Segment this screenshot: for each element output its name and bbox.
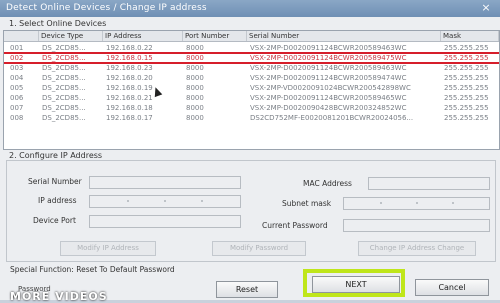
ip-address-label: IP address bbox=[38, 196, 77, 205]
cell-mask: 255.255.255 bbox=[444, 64, 489, 72]
column-header-ip-address[interactable]: IP Address bbox=[103, 31, 183, 41]
cell-mask: 255.255.255 bbox=[444, 84, 489, 92]
modify-password-button[interactable]: Modify Password bbox=[212, 241, 306, 256]
ip-separator bbox=[127, 200, 129, 202]
cell-mask: 255.255.255 bbox=[444, 54, 489, 62]
reset-button[interactable]: Reset bbox=[216, 281, 278, 298]
cell-index: 008 bbox=[10, 114, 24, 122]
cell-serial-number: VSX-2MP-D0020090428BCWR200324852WC bbox=[250, 104, 407, 112]
cell-index: 007 bbox=[10, 104, 24, 112]
ip-address-field[interactable] bbox=[89, 195, 241, 208]
cell-port-number: 8000 bbox=[186, 94, 204, 102]
table-header: Device Type IP Address Port Number Seria… bbox=[4, 31, 499, 42]
section-configure-ip-label: 2. Configure IP Address bbox=[9, 151, 103, 160]
cell-device-type: DS_2CD85... bbox=[42, 54, 86, 62]
cell-serial-number: VSX-2MP-VD0020091024BCWR200542898WC bbox=[250, 84, 411, 92]
cell-ip-address: 192.168.0.20 bbox=[106, 74, 153, 82]
cell-ip-address: 192.168.0.21 bbox=[106, 94, 153, 102]
title-bar: Detect Online Devices / Change IP addres… bbox=[0, 0, 500, 17]
table-row[interactable]: 005 DS_2CD85... 192.168.0.19 8000 VSX-2MP-VD… bbox=[4, 84, 499, 92]
cell-device-type: DS_2CD85... bbox=[42, 104, 86, 112]
cell-mask: 255.255.255 bbox=[444, 74, 489, 82]
cell-port-number: 8000 bbox=[186, 114, 204, 122]
next-button-highlight bbox=[303, 269, 405, 297]
cell-port-number: 8000 bbox=[186, 64, 204, 72]
cell-port-number: 8000 bbox=[186, 84, 204, 92]
cell-ip-address: 192.168.0.15 bbox=[106, 54, 153, 62]
cell-serial-number: VSX-2MP-D0020091124BCWR200589475WC bbox=[250, 54, 407, 62]
cell-serial-number: VSX-2MP-D0020091124BCWR200589465WC bbox=[250, 94, 407, 102]
cell-index: 002 bbox=[10, 54, 24, 62]
section-select-devices-label: 1. Select Online Devices bbox=[9, 19, 107, 28]
cell-ip-address: 192.168.0.22 bbox=[106, 44, 153, 52]
table-row[interactable]: 006 DS_2CD85... 192.168.0.21 8000 VSX-2MP-D0… bbox=[4, 94, 499, 102]
cell-mask: 255.255.255 bbox=[444, 94, 489, 102]
cell-serial-number: DS2CD752MF-E0020081201BCWR20024056... bbox=[250, 114, 414, 122]
serial-number-label: Serial Number bbox=[28, 177, 82, 186]
cell-mask: 255.255.255 bbox=[444, 44, 489, 52]
table-row[interactable]: 004 DS_2CD85... 192.168.0.20 8000 VSX-2MP-D0… bbox=[4, 74, 499, 82]
change-ip-button[interactable]: Change IP Address Change bbox=[358, 241, 476, 256]
cell-mask: 255.255.255 bbox=[444, 114, 489, 122]
table-row[interactable]: 008 DS_2CD85... 192.168.0.17 8000 DS2CD752MF… bbox=[4, 114, 499, 122]
cell-device-type: DS_2CD85... bbox=[42, 44, 86, 52]
cell-device-type: DS_2CD85... bbox=[42, 114, 86, 122]
cell-mask: 255.255.255 bbox=[444, 104, 489, 112]
cell-ip-address: 192.168.0.19 bbox=[106, 84, 153, 92]
ip-separator bbox=[201, 200, 203, 202]
cancel-button[interactable]: Cancel bbox=[415, 279, 489, 296]
table-row[interactable]: 007 DS_2CD85... 192.168.0.18 8000 VSX-2MP-D0… bbox=[4, 104, 499, 112]
dialog-window: Detect Online Devices / Change IP addres… bbox=[0, 0, 500, 303]
modify-ip-button[interactable]: Modify IP Address bbox=[60, 241, 156, 256]
column-header-mask[interactable]: Mask bbox=[441, 31, 499, 41]
cell-port-number: 8000 bbox=[186, 104, 204, 112]
cell-device-type: DS_2CD85... bbox=[42, 64, 86, 72]
cell-index: 003 bbox=[10, 64, 24, 72]
cell-ip-address: 192.168.0.23 bbox=[106, 64, 153, 72]
cell-port-number: 8000 bbox=[186, 54, 204, 62]
ip-separator bbox=[380, 202, 382, 204]
serial-number-field[interactable] bbox=[89, 176, 241, 189]
cell-port-number: 8000 bbox=[186, 44, 204, 52]
subnet-mask-field[interactable] bbox=[343, 197, 490, 210]
cell-ip-address: 192.168.0.18 bbox=[106, 104, 153, 112]
table-row-selected[interactable]: 002 DS_2CD85... 192.168.0.15 8000 VSX-2MP-D0… bbox=[4, 52, 499, 64]
cell-serial-number: VSX-2MP-D0020091124BCWR200589474WC bbox=[250, 74, 407, 82]
close-icon[interactable]: × bbox=[478, 1, 494, 15]
cell-device-type: DS_2CD85... bbox=[42, 94, 86, 102]
special-function-label: Special Function: Reset To Default Passw… bbox=[10, 265, 175, 274]
cell-device-type: DS_2CD85... bbox=[42, 84, 86, 92]
column-header-device-type[interactable]: Device Type bbox=[39, 31, 103, 41]
device-port-label: Device Port bbox=[33, 216, 76, 225]
subnet-mask-label: Subnet mask bbox=[282, 199, 332, 208]
video-overlay-text: MORE VIDEOS bbox=[10, 290, 108, 303]
cell-index: 006 bbox=[10, 94, 24, 102]
mac-address-field[interactable] bbox=[368, 177, 490, 190]
table-row[interactable]: 001 DS_2CD85... 192.168.0.22 8000 VSX-2MP-D0… bbox=[4, 44, 499, 52]
cell-serial-number: VSX-2MP-D0020091124BCWR200589463WC bbox=[250, 64, 407, 72]
cell-serial-number: VSX-2MP-D0020091124BCWR200589463WC bbox=[250, 44, 407, 52]
column-header-serial-number[interactable]: Serial Number bbox=[247, 31, 441, 41]
mac-address-label: MAC Address bbox=[303, 179, 352, 188]
ip-separator bbox=[416, 202, 418, 204]
current-password-label: Current Password bbox=[262, 221, 328, 230]
ip-separator bbox=[452, 202, 454, 204]
cell-index: 001 bbox=[10, 44, 24, 52]
ip-separator bbox=[164, 200, 166, 202]
column-header-index[interactable] bbox=[7, 31, 39, 41]
device-port-field[interactable] bbox=[89, 215, 241, 228]
cell-port-number: 8000 bbox=[186, 74, 204, 82]
device-table[interactable]: Device Type IP Address Port Number Seria… bbox=[3, 30, 500, 150]
window-title: Detect Online Devices / Change IP addres… bbox=[6, 3, 207, 13]
column-header-port-number[interactable]: Port Number bbox=[183, 31, 247, 41]
current-password-field[interactable] bbox=[343, 219, 490, 232]
cell-index: 005 bbox=[10, 84, 24, 92]
cell-device-type: DS_2CD85... bbox=[42, 74, 86, 82]
cell-index: 004 bbox=[10, 74, 24, 82]
cell-ip-address: 192.168.0.17 bbox=[106, 114, 153, 122]
table-row[interactable]: 003 DS_2CD85... 192.168.0.23 8000 VSX-2MP-D0… bbox=[4, 64, 499, 72]
